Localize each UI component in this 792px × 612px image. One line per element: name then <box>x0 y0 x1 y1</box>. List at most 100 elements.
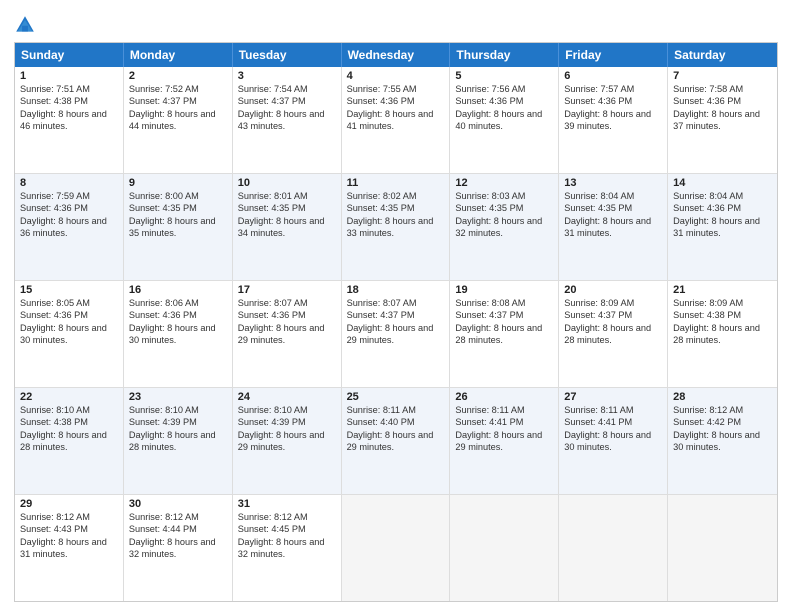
day-cell-16: 16Sunrise: 8:06 AMSunset: 4:36 PMDayligh… <box>124 281 233 387</box>
day-number: 21 <box>673 284 772 296</box>
day-cell-7: 7Sunrise: 7:58 AMSunset: 4:36 PMDaylight… <box>668 67 777 173</box>
day-cell-4: 4Sunrise: 7:55 AMSunset: 4:36 PMDaylight… <box>342 67 451 173</box>
day-number: 26 <box>455 391 553 403</box>
header-day-monday: Monday <box>124 43 233 67</box>
cell-text: Sunrise: 8:00 AMSunset: 4:35 PMDaylight:… <box>129 190 227 240</box>
cell-text: Sunrise: 8:11 AMSunset: 4:41 PMDaylight:… <box>455 404 553 454</box>
day-number: 17 <box>238 284 336 296</box>
day-number: 15 <box>20 284 118 296</box>
cell-text: Sunrise: 7:54 AMSunset: 4:37 PMDaylight:… <box>238 83 336 133</box>
cell-text: Sunrise: 7:58 AMSunset: 4:36 PMDaylight:… <box>673 83 772 133</box>
day-number: 1 <box>20 70 118 82</box>
cell-text: Sunrise: 8:10 AMSunset: 4:38 PMDaylight:… <box>20 404 118 454</box>
cell-text: Sunrise: 7:59 AMSunset: 4:36 PMDaylight:… <box>20 190 118 240</box>
day-cell-3: 3Sunrise: 7:54 AMSunset: 4:37 PMDaylight… <box>233 67 342 173</box>
day-cell-13: 13Sunrise: 8:04 AMSunset: 4:35 PMDayligh… <box>559 174 668 280</box>
calendar-week-4: 22Sunrise: 8:10 AMSunset: 4:38 PMDayligh… <box>15 388 777 495</box>
day-cell-14: 14Sunrise: 8:04 AMSunset: 4:36 PMDayligh… <box>668 174 777 280</box>
day-cell-25: 25Sunrise: 8:11 AMSunset: 4:40 PMDayligh… <box>342 388 451 494</box>
cell-text: Sunrise: 8:10 AMSunset: 4:39 PMDaylight:… <box>238 404 336 454</box>
day-number: 9 <box>129 177 227 189</box>
cell-text: Sunrise: 7:52 AMSunset: 4:37 PMDaylight:… <box>129 83 227 133</box>
day-cell-12: 12Sunrise: 8:03 AMSunset: 4:35 PMDayligh… <box>450 174 559 280</box>
day-cell-9: 9Sunrise: 8:00 AMSunset: 4:35 PMDaylight… <box>124 174 233 280</box>
header-day-saturday: Saturday <box>668 43 777 67</box>
day-cell-10: 10Sunrise: 8:01 AMSunset: 4:35 PMDayligh… <box>233 174 342 280</box>
day-number: 7 <box>673 70 772 82</box>
day-number: 12 <box>455 177 553 189</box>
calendar-body: 1Sunrise: 7:51 AMSunset: 4:38 PMDaylight… <box>15 67 777 601</box>
header-day-wednesday: Wednesday <box>342 43 451 67</box>
day-number: 8 <box>20 177 118 189</box>
empty-cell <box>450 495 559 601</box>
day-number: 24 <box>238 391 336 403</box>
empty-cell <box>342 495 451 601</box>
day-cell-1: 1Sunrise: 7:51 AMSunset: 4:38 PMDaylight… <box>15 67 124 173</box>
cell-text: Sunrise: 8:12 AMSunset: 4:43 PMDaylight:… <box>20 511 118 561</box>
day-number: 6 <box>564 70 662 82</box>
day-cell-17: 17Sunrise: 8:07 AMSunset: 4:36 PMDayligh… <box>233 281 342 387</box>
day-number: 19 <box>455 284 553 296</box>
day-number: 22 <box>20 391 118 403</box>
day-cell-8: 8Sunrise: 7:59 AMSunset: 4:36 PMDaylight… <box>15 174 124 280</box>
calendar-week-1: 1Sunrise: 7:51 AMSunset: 4:38 PMDaylight… <box>15 67 777 174</box>
day-cell-23: 23Sunrise: 8:10 AMSunset: 4:39 PMDayligh… <box>124 388 233 494</box>
cell-text: Sunrise: 8:09 AMSunset: 4:38 PMDaylight:… <box>673 297 772 347</box>
day-cell-27: 27Sunrise: 8:11 AMSunset: 4:41 PMDayligh… <box>559 388 668 494</box>
header-day-tuesday: Tuesday <box>233 43 342 67</box>
empty-cell <box>668 495 777 601</box>
cell-text: Sunrise: 8:07 AMSunset: 4:36 PMDaylight:… <box>238 297 336 347</box>
day-cell-24: 24Sunrise: 8:10 AMSunset: 4:39 PMDayligh… <box>233 388 342 494</box>
day-cell-19: 19Sunrise: 8:08 AMSunset: 4:37 PMDayligh… <box>450 281 559 387</box>
cell-text: Sunrise: 8:12 AMSunset: 4:44 PMDaylight:… <box>129 511 227 561</box>
calendar: SundayMondayTuesdayWednesdayThursdayFrid… <box>14 42 778 602</box>
cell-text: Sunrise: 8:05 AMSunset: 4:36 PMDaylight:… <box>20 297 118 347</box>
day-number: 28 <box>673 391 772 403</box>
day-number: 3 <box>238 70 336 82</box>
day-cell-15: 15Sunrise: 8:05 AMSunset: 4:36 PMDayligh… <box>15 281 124 387</box>
calendar-header: SundayMondayTuesdayWednesdayThursdayFrid… <box>15 43 777 67</box>
cell-text: Sunrise: 7:55 AMSunset: 4:36 PMDaylight:… <box>347 83 445 133</box>
day-cell-5: 5Sunrise: 7:56 AMSunset: 4:36 PMDaylight… <box>450 67 559 173</box>
day-cell-22: 22Sunrise: 8:10 AMSunset: 4:38 PMDayligh… <box>15 388 124 494</box>
cell-text: Sunrise: 8:01 AMSunset: 4:35 PMDaylight:… <box>238 190 336 240</box>
cell-text: Sunrise: 8:06 AMSunset: 4:36 PMDaylight:… <box>129 297 227 347</box>
day-number: 2 <box>129 70 227 82</box>
day-cell-2: 2Sunrise: 7:52 AMSunset: 4:37 PMDaylight… <box>124 67 233 173</box>
day-number: 14 <box>673 177 772 189</box>
day-number: 30 <box>129 498 227 510</box>
day-number: 23 <box>129 391 227 403</box>
day-number: 25 <box>347 391 445 403</box>
cell-text: Sunrise: 8:04 AMSunset: 4:36 PMDaylight:… <box>673 190 772 240</box>
cell-text: Sunrise: 8:04 AMSunset: 4:35 PMDaylight:… <box>564 190 662 240</box>
cell-text: Sunrise: 8:07 AMSunset: 4:37 PMDaylight:… <box>347 297 445 347</box>
calendar-week-3: 15Sunrise: 8:05 AMSunset: 4:36 PMDayligh… <box>15 281 777 388</box>
cell-text: Sunrise: 7:57 AMSunset: 4:36 PMDaylight:… <box>564 83 662 133</box>
cell-text: Sunrise: 8:12 AMSunset: 4:42 PMDaylight:… <box>673 404 772 454</box>
page: SundayMondayTuesdayWednesdayThursdayFrid… <box>0 0 792 612</box>
day-cell-21: 21Sunrise: 8:09 AMSunset: 4:38 PMDayligh… <box>668 281 777 387</box>
day-cell-20: 20Sunrise: 8:09 AMSunset: 4:37 PMDayligh… <box>559 281 668 387</box>
cell-text: Sunrise: 8:12 AMSunset: 4:45 PMDaylight:… <box>238 511 336 561</box>
header <box>14 10 778 36</box>
cell-text: Sunrise: 8:02 AMSunset: 4:35 PMDaylight:… <box>347 190 445 240</box>
header-day-sunday: Sunday <box>15 43 124 67</box>
cell-text: Sunrise: 8:10 AMSunset: 4:39 PMDaylight:… <box>129 404 227 454</box>
cell-text: Sunrise: 8:03 AMSunset: 4:35 PMDaylight:… <box>455 190 553 240</box>
cell-text: Sunrise: 7:51 AMSunset: 4:38 PMDaylight:… <box>20 83 118 133</box>
calendar-week-2: 8Sunrise: 7:59 AMSunset: 4:36 PMDaylight… <box>15 174 777 281</box>
cell-text: Sunrise: 7:56 AMSunset: 4:36 PMDaylight:… <box>455 83 553 133</box>
day-number: 13 <box>564 177 662 189</box>
day-cell-28: 28Sunrise: 8:12 AMSunset: 4:42 PMDayligh… <box>668 388 777 494</box>
empty-cell <box>559 495 668 601</box>
day-number: 16 <box>129 284 227 296</box>
day-cell-6: 6Sunrise: 7:57 AMSunset: 4:36 PMDaylight… <box>559 67 668 173</box>
logo-icon <box>14 14 36 36</box>
day-number: 29 <box>20 498 118 510</box>
day-cell-11: 11Sunrise: 8:02 AMSunset: 4:35 PMDayligh… <box>342 174 451 280</box>
day-number: 10 <box>238 177 336 189</box>
day-number: 11 <box>347 177 445 189</box>
day-cell-18: 18Sunrise: 8:07 AMSunset: 4:37 PMDayligh… <box>342 281 451 387</box>
day-number: 20 <box>564 284 662 296</box>
logo <box>14 14 40 36</box>
